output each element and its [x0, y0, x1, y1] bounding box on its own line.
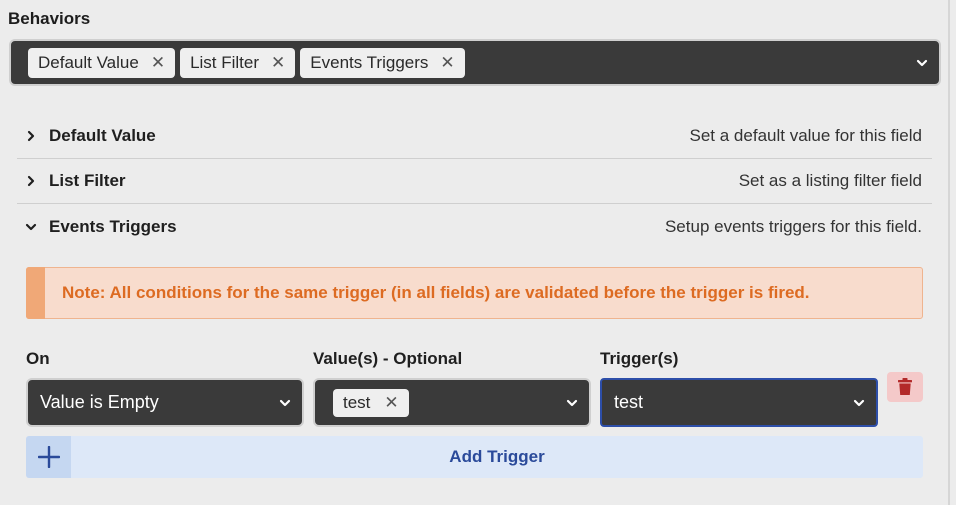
chip-label: Default Value	[38, 52, 139, 72]
behavior-chip-events-triggers: Events Triggers ✕	[300, 47, 465, 78]
plus-icon	[37, 446, 60, 468]
accordion-title: List Filter	[49, 171, 126, 190]
chevron-down-icon[interactable]	[915, 56, 929, 70]
chip-remove-icon[interactable]: ✕	[271, 54, 285, 71]
behaviors-multiselect[interactable]: Default Value ✕ List Filter ✕ Events Tri…	[9, 39, 941, 86]
chip-label: List Filter	[190, 52, 260, 72]
accordion-title: Default Value	[49, 126, 156, 145]
on-select[interactable]: Value is Empty	[26, 378, 304, 427]
alert-accent-bar	[26, 267, 45, 319]
chevron-down-icon	[25, 223, 37, 230]
chip-remove-icon[interactable]: ✕	[151, 54, 165, 71]
add-trigger-label: Add Trigger	[449, 447, 545, 466]
value-chip-test: test ✕	[333, 388, 409, 417]
add-trigger-plus[interactable]	[26, 436, 71, 478]
triggers-select-value: test	[614, 392, 644, 412]
panel-right-border	[948, 0, 950, 505]
on-label: On	[26, 349, 50, 368]
chip-remove-icon[interactable]: ✕	[384, 394, 398, 411]
accordion-description: Setup events triggers for this field.	[664, 216, 922, 236]
note-text: Note: All conditions for the same trigge…	[62, 283, 810, 302]
chevron-down-icon	[566, 399, 578, 407]
accordion-title: Events Triggers	[49, 216, 177, 236]
chevron-down-icon	[279, 399, 291, 407]
chip-label: test	[343, 392, 371, 412]
accordion-list-filter[interactable]: List Filter Set as a listing filter fiel…	[17, 159, 932, 204]
triggers-select[interactable]: test	[600, 378, 878, 427]
accordion-default-value[interactable]: Default Value Set a default value for th…	[17, 114, 932, 159]
values-select[interactable]: test ✕	[313, 378, 591, 427]
values-label: Value(s) - Optional	[313, 349, 463, 368]
chevron-right-icon	[27, 130, 35, 142]
delete-trigger-button[interactable]	[887, 372, 923, 402]
chip-remove-icon[interactable]: ✕	[440, 54, 454, 71]
behaviors-title: Behaviors	[8, 9, 91, 28]
chevron-down-icon	[853, 399, 865, 407]
add-trigger-button[interactable]: Add Trigger	[26, 436, 923, 478]
trash-icon	[898, 378, 912, 395]
chevron-right-icon	[27, 175, 35, 187]
behavior-chip-default-value: Default Value ✕	[28, 47, 176, 78]
accordion-events-triggers[interactable]: Events Triggers Setup events triggers fo…	[17, 204, 932, 249]
accordion-description: Set as a listing filter field	[738, 171, 922, 190]
on-select-value: Value is Empty	[40, 392, 159, 412]
chip-label: Events Triggers	[310, 52, 429, 72]
behavior-chip-list-filter: List Filter ✕	[180, 47, 296, 78]
accordion-description: Set a default value for this field	[689, 126, 922, 145]
trigger-note-alert: Note: All conditions for the same trigge…	[26, 267, 923, 319]
triggers-label: Trigger(s)	[600, 349, 679, 368]
